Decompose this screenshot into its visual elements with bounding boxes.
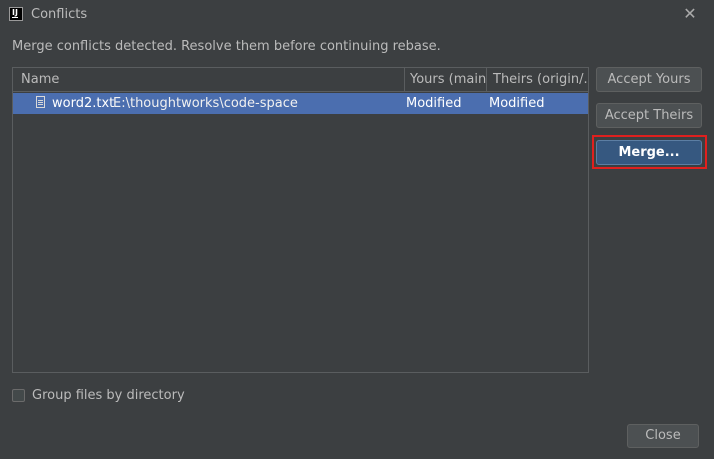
file-name: word2.txt	[52, 96, 115, 111]
table-header: Name Yours (main) Theirs (origin/...	[13, 68, 588, 92]
conflicts-table: Name Yours (main) Theirs (origin/... wor…	[12, 67, 589, 373]
title-bar: IJ Conflicts ✕	[0, 0, 714, 30]
column-header-name[interactable]: Name	[13, 68, 405, 91]
text-file-icon	[36, 96, 45, 108]
close-button[interactable]: Close	[627, 424, 699, 448]
table-row[interactable]: word2.txt E:\thoughtworks\code-space Mod…	[13, 93, 588, 114]
group-by-directory-checkbox[interactable]	[12, 389, 25, 402]
conflict-message: Merge conflicts detected. Resolve them b…	[12, 39, 441, 54]
intellij-icon: IJ	[9, 7, 23, 21]
yours-status: Modified	[406, 96, 462, 111]
theirs-status: Modified	[489, 96, 545, 111]
column-header-yours[interactable]: Yours (main)	[405, 68, 487, 91]
dialog-title: Conflicts	[31, 7, 88, 22]
column-header-theirs[interactable]: Theirs (origin/...	[487, 68, 588, 91]
accept-theirs-button[interactable]: Accept Theirs	[596, 103, 702, 128]
file-path: E:\thoughtworks\code-space	[113, 96, 298, 111]
accept-yours-button[interactable]: Accept Yours	[596, 67, 702, 92]
group-by-directory-label[interactable]: Group files by directory	[32, 388, 185, 403]
merge-highlight-box	[592, 135, 707, 169]
close-icon[interactable]: ✕	[682, 6, 698, 22]
